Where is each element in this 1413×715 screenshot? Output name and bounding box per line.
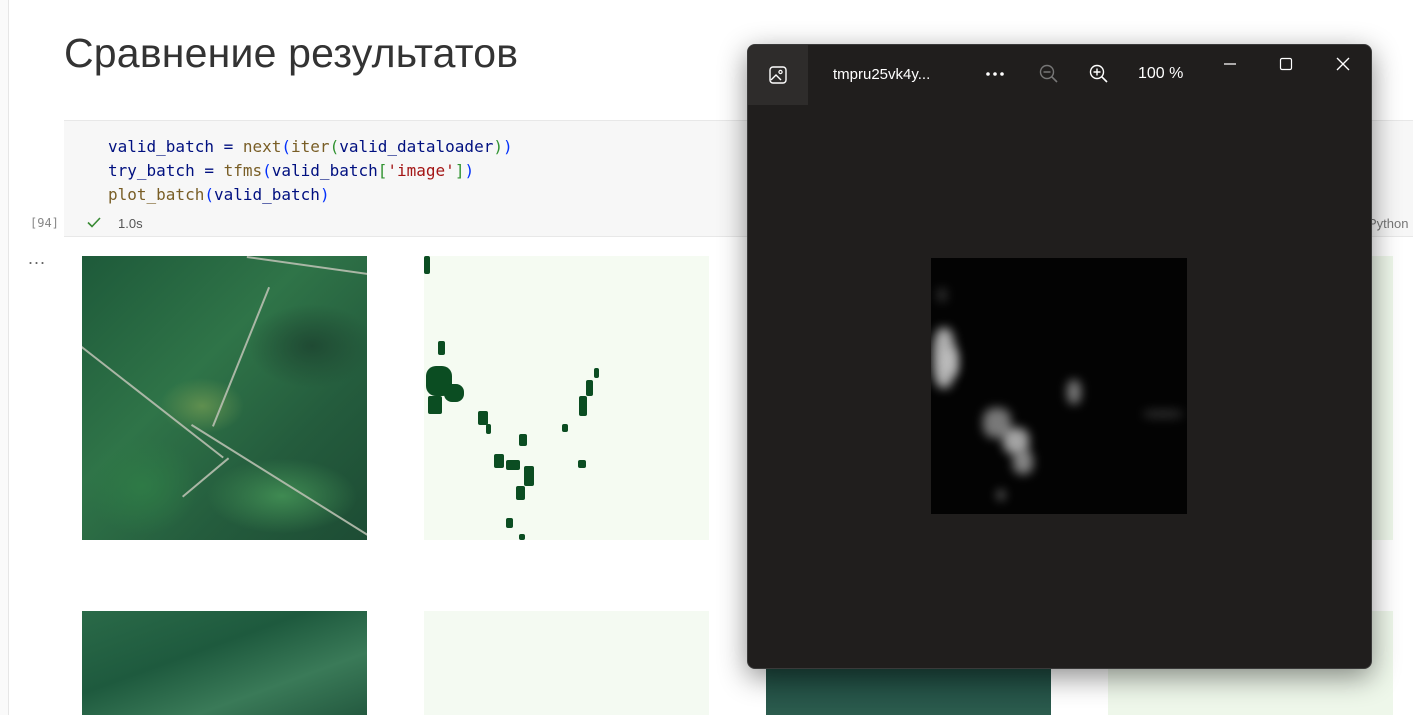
ground-truth-mask (424, 611, 709, 715)
zoom-in-icon[interactable] (1088, 63, 1110, 85)
left-gutter (0, 0, 9, 715)
more-icon[interactable] (984, 63, 1006, 85)
execution-time: 1.0s (118, 216, 143, 231)
satellite-image (82, 611, 367, 715)
minimize-icon[interactable] (1219, 53, 1241, 75)
image-icon[interactable] (748, 45, 808, 105)
ground-truth-mask (424, 256, 709, 540)
satellite-image (82, 256, 367, 540)
close-icon[interactable] (1332, 53, 1354, 75)
kernel-language[interactable]: Python (1368, 216, 1408, 231)
satellite-image (766, 668, 1051, 715)
maximize-icon[interactable] (1275, 53, 1297, 75)
execution-count: [94] (30, 216, 59, 230)
zoom-out-icon[interactable] (1038, 63, 1060, 85)
output-more-button[interactable]: ... (28, 248, 46, 269)
zoom-level[interactable]: 100 % (1138, 65, 1183, 83)
photo-viewer-window[interactable]: tmpru25vk4y... 100 % (747, 44, 1372, 669)
code-editor[interactable]: valid_batch = next(iter(valid_dataloader… (108, 135, 513, 207)
title-bar[interactable]: tmpru25vk4y... 100 % (748, 45, 1371, 105)
check-icon (87, 217, 101, 228)
prediction-image-canvas (931, 258, 1187, 514)
file-name: tmpru25vk4y... (833, 66, 931, 83)
markdown-heading: Сравнение результатов (64, 30, 519, 76)
